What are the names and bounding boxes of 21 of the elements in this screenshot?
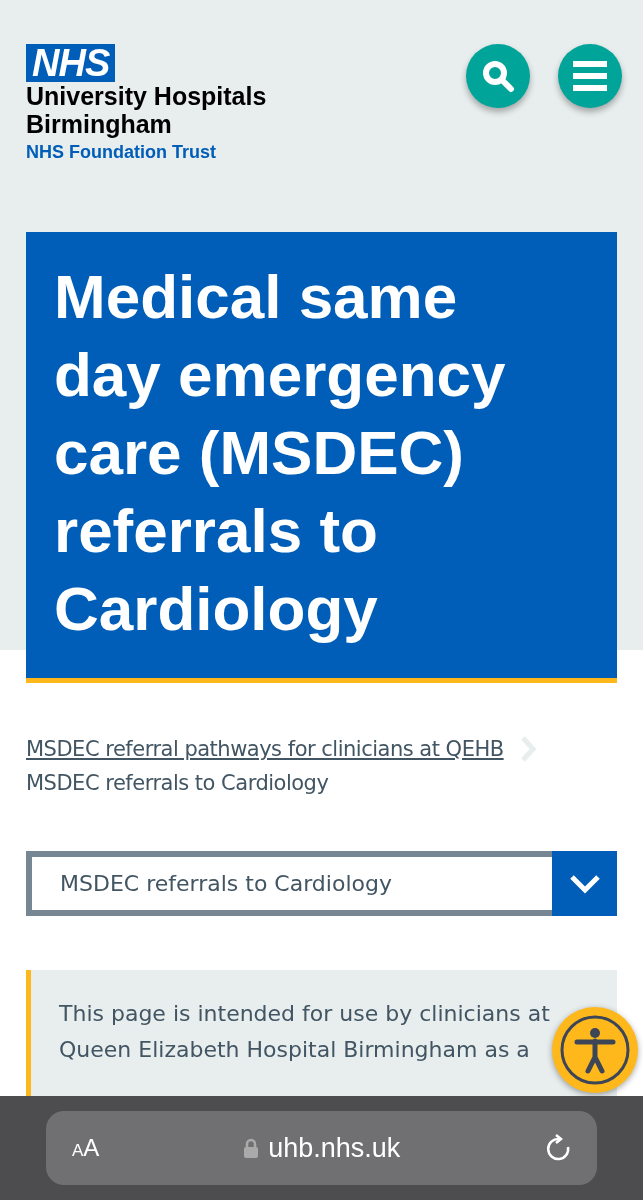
organisation-name: Birmingham — [26, 110, 173, 138]
text-size-button[interactable]: AA — [72, 1134, 100, 1162]
nhs-logo[interactable]: NHS — [26, 44, 116, 82]
menu-icon — [573, 61, 607, 91]
lock-icon — [244, 1138, 259, 1158]
callout-text: This page is intended for use by clinicians at Queen Elizabeth Hospital Birmingham as a — [59, 1000, 551, 1064]
dropdown-button[interactable] — [552, 851, 617, 916]
reload-icon[interactable] — [545, 1134, 571, 1162]
address-bar[interactable]: AA uhb.nhs.uk — [46, 1111, 597, 1185]
menu-button[interactable] — [558, 44, 622, 108]
organisation-subtitle: NHS Foundation Trust — [26, 142, 217, 163]
page-title: Medical same day emergency care (MSDEC) referrals to Cardiology — [54, 261, 507, 645]
caret-icon — [568, 873, 601, 894]
search-icon — [481, 59, 515, 93]
accessibility-icon — [558, 1013, 632, 1087]
page-select[interactable]: MSDEC referrals to Cardiology — [26, 851, 617, 916]
breadcrumb-link[interactable]: MSDEC referral pathways for clinicians at QEHB — [26, 737, 504, 761]
breadcrumb-current: MSDEC referrals to Cardiology — [26, 771, 330, 795]
organisation-name: University Hospitals — [26, 82, 267, 110]
url-text: uhb.nhs.uk — [268, 1132, 401, 1164]
search-button[interactable] — [466, 44, 530, 108]
